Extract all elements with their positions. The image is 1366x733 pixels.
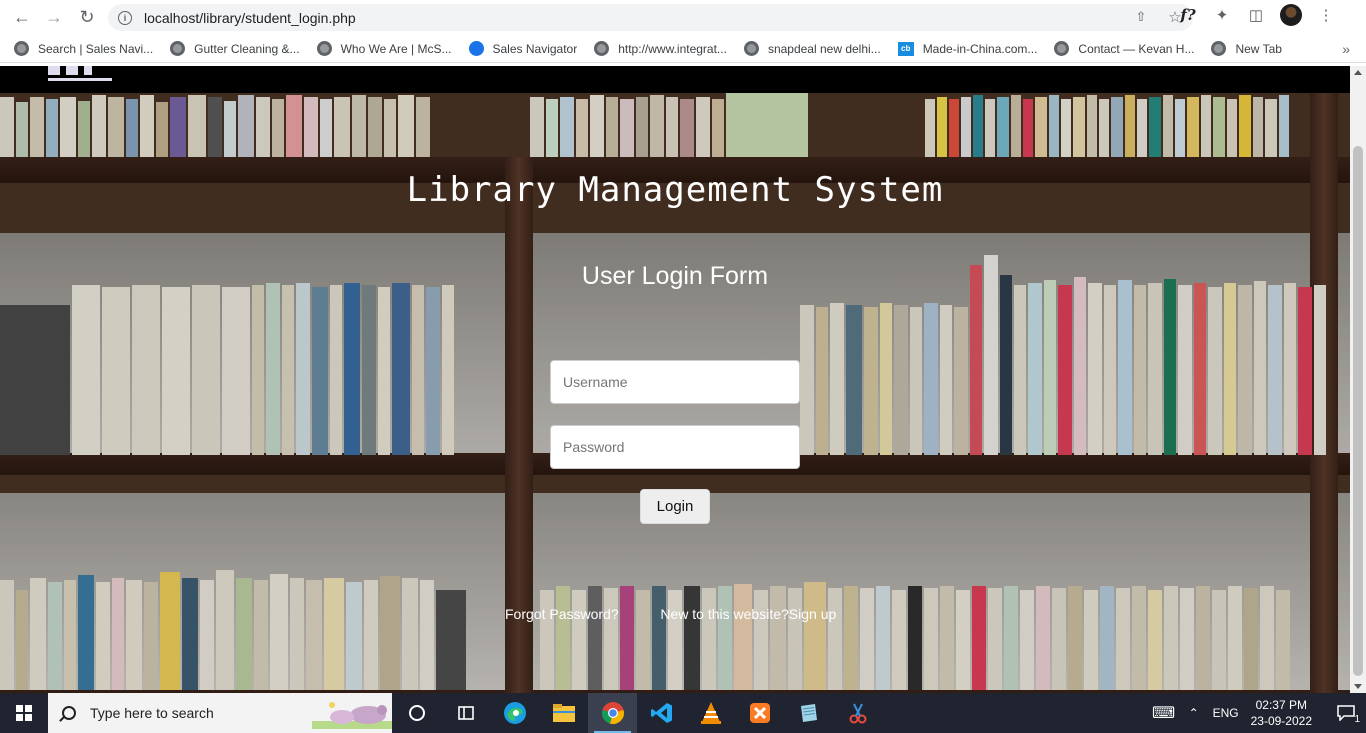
bookmark-item[interactable]: cb Made-in-China.com...	[897, 41, 1037, 56]
notepad-app-icon[interactable]	[784, 693, 833, 733]
side-panel-icon[interactable]: ◫	[1246, 5, 1266, 25]
xampp-icon[interactable]	[735, 693, 784, 733]
cb-icon: cb	[897, 41, 914, 56]
browser-toolbar: ← → ↻ i localhost/library/student_login.…	[0, 0, 1366, 35]
system-tray: ⌨ ⌃ ENG 02:37 PM 23-09-2022 1	[1149, 693, 1366, 733]
url-text[interactable]: localhost/library/student_login.php	[144, 10, 356, 26]
forward-arrow-icon[interactable]: →	[42, 5, 66, 29]
bookmark-item[interactable]: snapdeal new delhi...	[743, 41, 881, 56]
profile-avatar[interactable]	[1280, 4, 1302, 26]
search-highlight-icon	[312, 702, 392, 729]
keyboard-icon[interactable]: ⌨	[1149, 703, 1179, 723]
address-bar[interactable]: i localhost/library/student_login.php ⇧ …	[108, 4, 1193, 31]
back-arrow-icon[interactable]: ←	[10, 5, 34, 29]
compass-icon	[468, 41, 484, 56]
bookmarks-bar: Search | Sales Navi... Gutter Cleaning &…	[0, 35, 1366, 63]
site-info-icon[interactable]: i	[118, 10, 132, 25]
globe-icon	[594, 41, 610, 56]
globe-icon	[14, 41, 29, 56]
search-icon	[62, 706, 76, 720]
vlc-player-icon[interactable]	[686, 693, 735, 733]
more-bookmarks-icon[interactable]: »	[1342, 41, 1350, 57]
vscode-icon[interactable]	[637, 693, 686, 733]
scroll-up-icon[interactable]	[1354, 70, 1362, 75]
site-header-bar	[0, 66, 1350, 93]
globe-icon	[1211, 41, 1227, 56]
notification-count: 1	[1354, 714, 1360, 725]
edge-browser-icon[interactable]	[490, 693, 539, 733]
bookmark-item[interactable]: Who We Are | McS...	[316, 41, 452, 56]
globe-icon	[316, 41, 332, 56]
bookmark-item[interactable]: Search | Sales Navi...	[14, 41, 153, 56]
login-button[interactable]: Login	[640, 489, 710, 524]
username-input[interactable]	[550, 360, 800, 404]
menu-kebab-icon[interactable]: ⋮	[1316, 5, 1336, 25]
globe-icon	[743, 41, 759, 56]
form-title: User Login Form	[581, 262, 769, 290]
language-indicator[interactable]: ENG	[1213, 706, 1239, 720]
snipping-tool-icon[interactable]	[833, 693, 882, 733]
taskbar-search[interactable]: Type here to search	[48, 693, 392, 733]
notification-center-icon[interactable]: 1	[1326, 693, 1366, 733]
bookmark-item[interactable]: http://www.integrat...	[594, 41, 727, 56]
file-explorer-icon[interactable]	[539, 693, 588, 733]
bookmark-item[interactable]: Sales Navigator	[468, 41, 577, 56]
bookmark-item[interactable]: New Tab	[1211, 41, 1282, 56]
bookmark-item[interactable]: Contact — Kevan H...	[1054, 41, 1194, 56]
chrome-browser-icon[interactable]	[588, 693, 637, 733]
taskbar-clock[interactable]: 02:37 PM 23-09-2022	[1251, 697, 1312, 729]
formula-extension-icon[interactable]: f?	[1178, 5, 1198, 25]
password-input[interactable]	[550, 425, 800, 469]
windows-taskbar: Type here to search ⌨ ⌃ ENG 02:37 PM 23-…	[0, 693, 1366, 733]
signup-link[interactable]: Sign up	[789, 606, 836, 622]
share-icon[interactable]: ⇧	[1133, 9, 1149, 25]
scroll-thumb[interactable]	[1353, 146, 1363, 676]
page-viewport: Library Management System User Login For…	[0, 66, 1350, 693]
clock-date: 23-09-2022	[1250, 714, 1312, 728]
bookmark-item[interactable]: Gutter Cleaning &...	[170, 41, 300, 56]
extensions-puzzle-icon[interactable]: ✦	[1212, 5, 1232, 25]
task-view-icon[interactable]	[392, 693, 441, 733]
scroll-down-icon[interactable]	[1354, 684, 1362, 689]
clock-time: 02:37 PM	[1255, 698, 1307, 712]
globe-icon	[170, 41, 186, 56]
reload-icon[interactable]: ↻	[75, 5, 99, 29]
start-button[interactable]	[0, 693, 48, 733]
widgets-icon[interactable]	[441, 693, 490, 733]
new-user-text: New to this website?	[660, 606, 789, 622]
forgot-password-link[interactable]: Forgot Password?	[505, 606, 619, 622]
page-title: Library Management System	[406, 170, 944, 210]
site-logo-icon[interactable]	[48, 66, 112, 82]
chevron-up-icon[interactable]: ⌃	[1179, 703, 1209, 723]
search-placeholder: Type here to search	[90, 705, 214, 721]
globe-icon	[1054, 41, 1070, 56]
footer-links: Forgot Password? New to this website?Sig…	[505, 606, 836, 622]
windows-logo-icon	[16, 705, 32, 721]
page-scrollbar[interactable]	[1350, 66, 1366, 693]
